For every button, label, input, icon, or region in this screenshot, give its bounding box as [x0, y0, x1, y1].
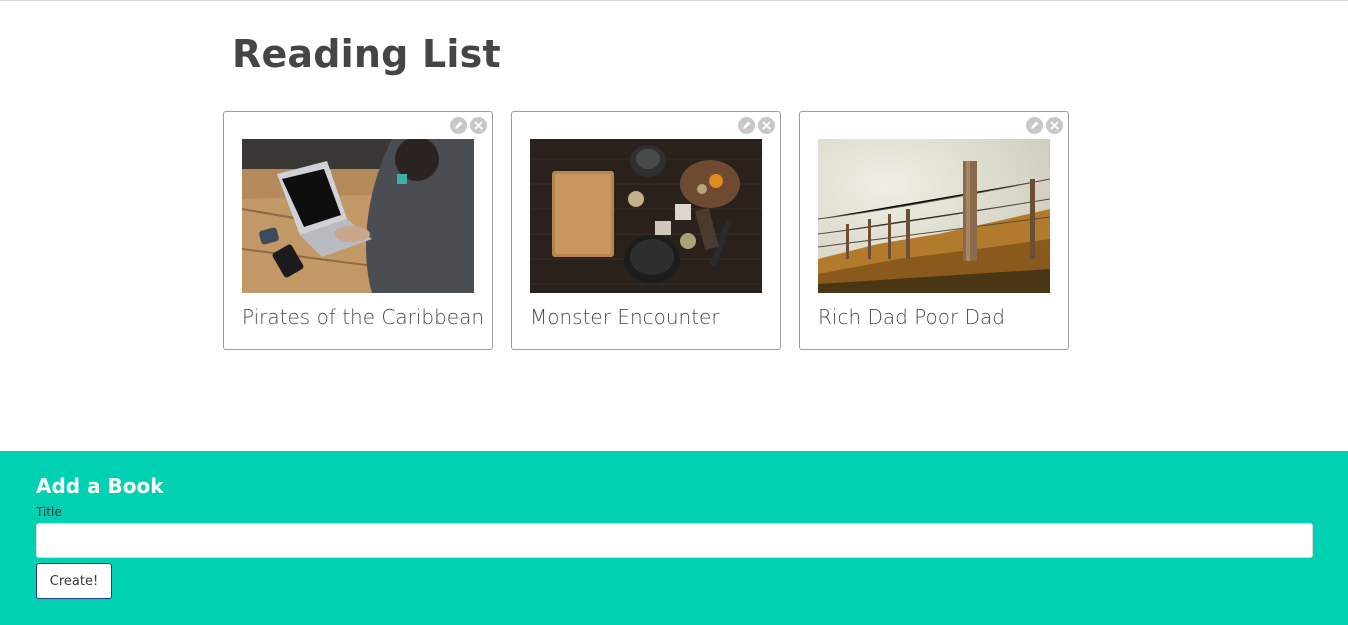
pencil-icon[interactable] — [738, 117, 755, 134]
close-icon[interactable] — [1046, 117, 1063, 134]
close-icon[interactable] — [758, 117, 775, 134]
card-actions — [450, 117, 487, 134]
title-field-label: Title — [36, 505, 62, 519]
add-book-panel: Add a Book Title Create! — [0, 451, 1348, 625]
book-card[interactable]: Monster Encounter — [511, 111, 781, 350]
book-title: Monster Encounter — [530, 305, 720, 329]
add-book-heading: Add a Book — [36, 474, 164, 498]
create-button[interactable]: Create! — [36, 563, 112, 599]
book-title: Rich Dad Poor Dad — [818, 305, 1005, 329]
pencil-icon[interactable] — [450, 117, 467, 134]
title-input[interactable] — [36, 523, 1313, 558]
book-card[interactable]: Pirates of the Caribbean — [223, 111, 493, 350]
page-title: Reading List — [232, 32, 501, 76]
pencil-icon[interactable] — [1026, 117, 1043, 134]
book-cover-image — [818, 139, 1050, 293]
book-title: Pirates of the Caribbean — [242, 305, 485, 329]
card-actions — [738, 117, 775, 134]
top-divider — [0, 0, 1348, 1]
close-icon[interactable] — [470, 117, 487, 134]
card-actions — [1026, 117, 1063, 134]
book-card[interactable]: Rich Dad Poor Dad — [799, 111, 1069, 350]
book-cover-image — [530, 139, 762, 293]
book-cover-image — [242, 139, 474, 293]
